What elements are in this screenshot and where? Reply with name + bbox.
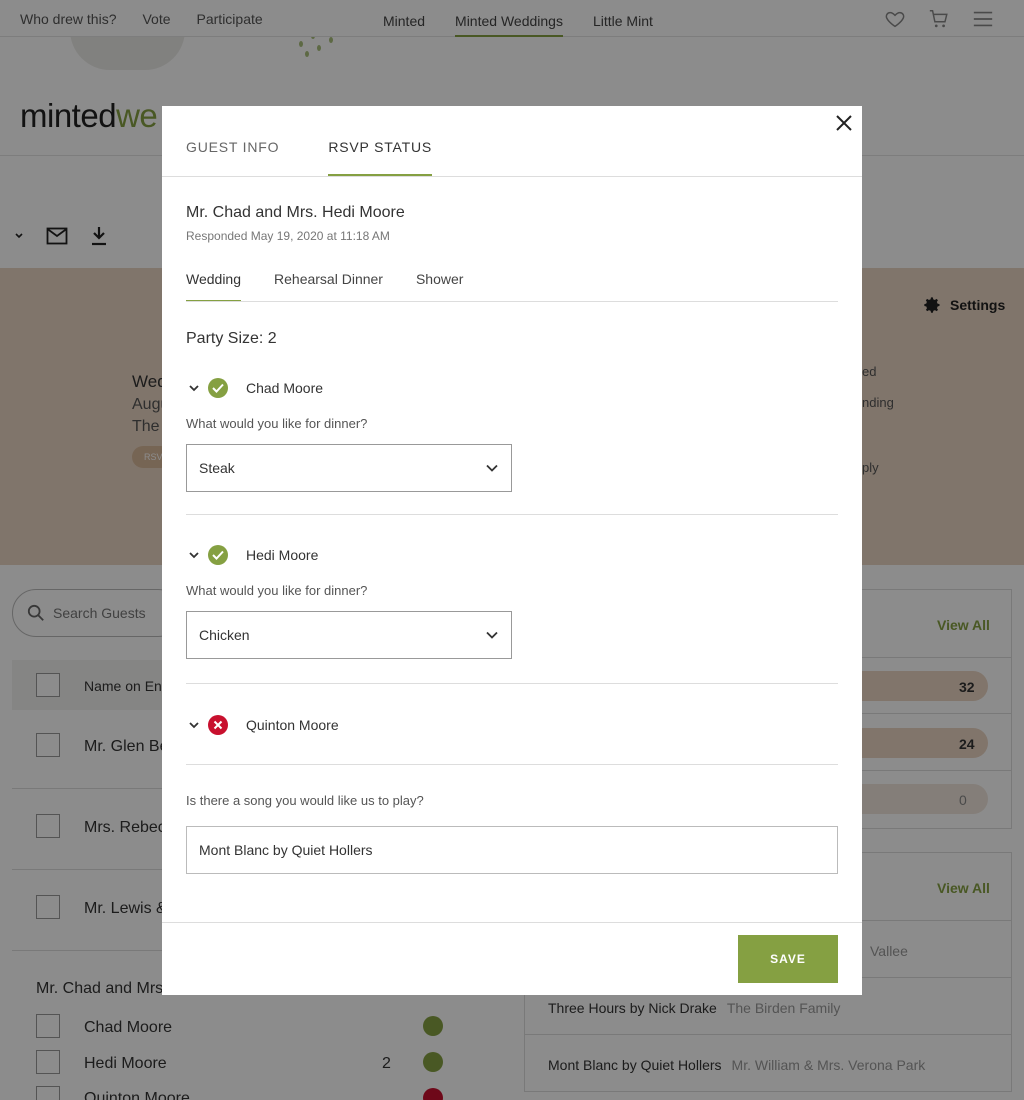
tab-rsvp-status[interactable]: RSVP STATUS [328,106,433,177]
rsvp-modal: GUEST INFO RSVP STATUS Mr. Chad and Mrs.… [162,106,862,995]
tabs-divider [162,176,862,177]
song-question: Is there a song you would like us to pla… [186,793,424,808]
song-request-input[interactable] [186,826,838,874]
party-size: Party Size: 2 [186,330,277,347]
guest-entry-chad: Chad Moore [186,378,323,398]
chevron-down-icon[interactable] [186,547,202,563]
guest-divider [186,514,838,515]
chevron-down-icon[interactable] [186,717,202,733]
attending-check-icon [208,545,228,565]
modal-tabs: GUEST INFO RSVP STATUS [186,106,433,177]
responded-timestamp: Responded May 19, 2020 at 11:18 AM [186,229,390,243]
event-tab-wedding[interactable]: Wedding [186,271,242,302]
event-tab-rehearsal-dinner[interactable]: Rehearsal Dinner [274,271,383,302]
event-tabs: Wedding Rehearsal Dinner Shower [186,271,463,302]
chevron-down-icon [486,631,498,639]
tab-guest-info[interactable]: GUEST INFO [186,106,279,177]
event-tab-shower[interactable]: Shower [416,271,463,302]
dinner-question: What would you like for dinner? [186,416,368,431]
guest-divider [186,683,838,684]
attending-check-icon [208,378,228,398]
save-button[interactable]: SAVE [738,935,838,983]
guest-name-label: Hedi Moore [246,547,319,563]
chevron-down-icon[interactable] [186,380,202,396]
chevron-down-icon [486,464,498,472]
dinner-select[interactable]: Chicken [186,611,512,659]
close-icon[interactable] [834,113,854,133]
guest-entry-quinton: Quinton Moore [186,715,339,735]
event-tabs-divider [186,301,838,302]
footer-divider [162,922,862,923]
declined-x-icon [208,715,228,735]
dinner-question: What would you like for dinner? [186,583,368,598]
dinner-select-value: Steak [199,460,235,476]
guest-name-label: Quinton Moore [246,717,339,733]
dinner-select[interactable]: Steak [186,444,512,492]
guest-entry-hedi: Hedi Moore [186,545,318,565]
guest-name-label: Chad Moore [246,380,324,396]
dinner-select-value: Chicken [199,627,250,643]
guest-divider [186,764,838,765]
guest-name: Mr. Chad and Mrs. Hedi Moore [186,204,405,221]
